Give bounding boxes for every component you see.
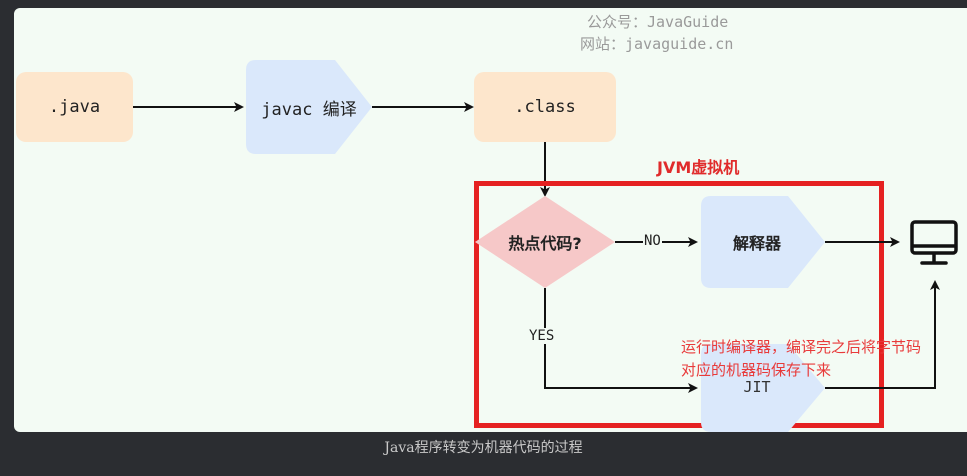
yes-edge-label: YES [528,328,556,344]
image-frame: 公众号：JavaGuide 网站：javaguide.cn .java java… [0,0,967,476]
jit-annotation: 运行时编译器，编译完之后将字节码 对应的机器码保存下来 [681,336,921,382]
jvm-title: JVM虚拟机 [657,158,740,177]
class-file-label: .class [514,97,576,117]
arrow-yes [544,288,698,393]
monitor-icon [910,220,958,265]
no-edge-label: NO [643,233,662,249]
jit-annotation-line1: 运行时编译器，编译完之后将字节码 [681,338,922,356]
hot-code-label: 热点代码? [508,234,582,253]
jit-annotation-line2: 对应的机器码保存下来 [681,361,832,379]
javac-label: javac 编译 [261,99,357,120]
figure-caption: Java程序转变为机器代码的过程 [384,440,583,456]
interpreter-label: 解释器 [732,234,781,253]
java-file-label: .java [48,97,101,117]
